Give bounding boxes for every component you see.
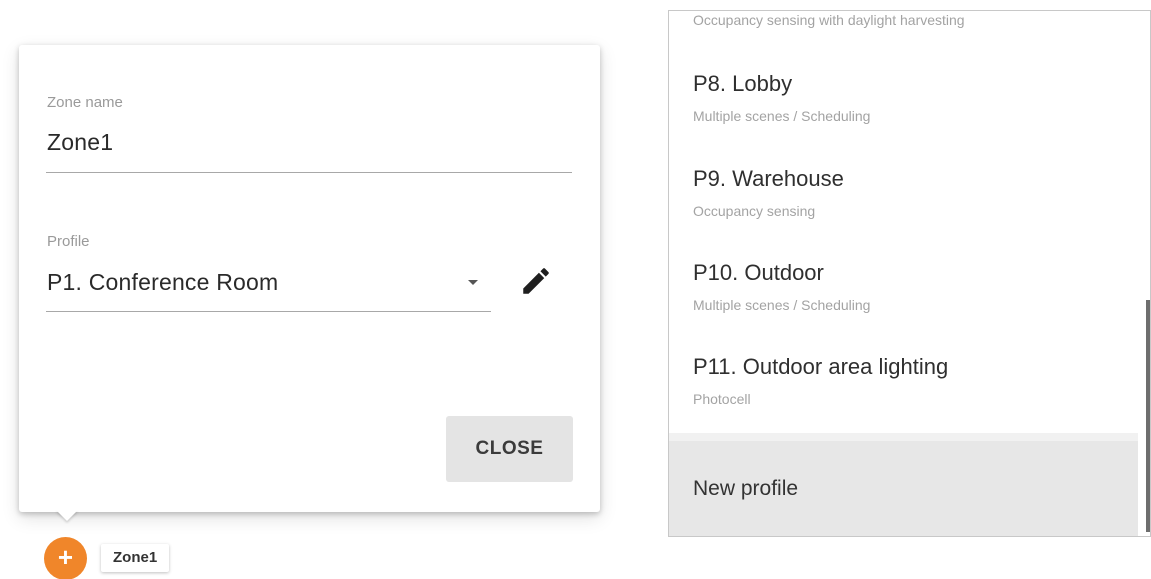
profile-label: Profile <box>47 233 90 250</box>
list-scrollbar[interactable] <box>1146 300 1150 532</box>
chevron-down-icon[interactable] <box>468 280 478 285</box>
plus-icon: + <box>57 542 74 572</box>
profile-underline <box>46 311 491 312</box>
list-item-subtitle: Photocell <box>693 391 751 407</box>
list-item-subtitle: Multiple scenes / Scheduling <box>693 297 871 313</box>
list-item-title: P9. Warehouse <box>693 166 844 191</box>
profile-option-p9[interactable]: P9. Warehouse Occupancy sensing <box>669 156 1138 248</box>
zone-marker-label: Zone1 <box>101 544 170 572</box>
list-item-title: P11. Outdoor area lighting <box>693 354 949 379</box>
profile-option-p10[interactable]: P10. Outdoor Multiple scenes / Schedulin… <box>669 250 1138 342</box>
zone-name-label: Zone name <box>47 94 123 111</box>
profile-option-p8[interactable]: P8. Lobby Multiple scenes / Scheduling <box>669 61 1138 153</box>
screen: Zone name Zone1 Profile P1. Conference R… <box>0 0 1151 579</box>
zone-name-underline <box>46 172 572 173</box>
list-item-title: P8. Lobby <box>693 71 793 96</box>
list-divider <box>669 433 1138 441</box>
zone-marker-button[interactable]: + <box>44 537 87 579</box>
list-item-subtitle: Occupancy sensing <box>693 203 816 219</box>
list-item-subtitle: Occupancy sensing with daylight harvesti… <box>693 12 965 28</box>
profile-select[interactable]: P1. Conference Room <box>47 269 278 296</box>
zone-name-input[interactable]: Zone1 <box>47 129 113 156</box>
profile-dropdown-list: Occupancy sensing with daylight harvesti… <box>668 10 1151 537</box>
list-item-subtitle: Multiple scenes / Scheduling <box>693 108 871 124</box>
new-profile-label: New profile <box>693 477 799 500</box>
profile-option-p11[interactable]: P11. Outdoor area lighting Photocell <box>669 344 1138 432</box>
zone-settings-dialog: Zone name Zone1 Profile P1. Conference R… <box>19 45 600 512</box>
dialog-pointer <box>56 510 78 521</box>
list-item-title: P10. Outdoor <box>693 260 824 285</box>
close-button[interactable]: CLOSE <box>446 416 573 482</box>
new-profile-option[interactable]: New profile <box>669 441 1138 536</box>
pencil-icon[interactable] <box>519 264 553 298</box>
